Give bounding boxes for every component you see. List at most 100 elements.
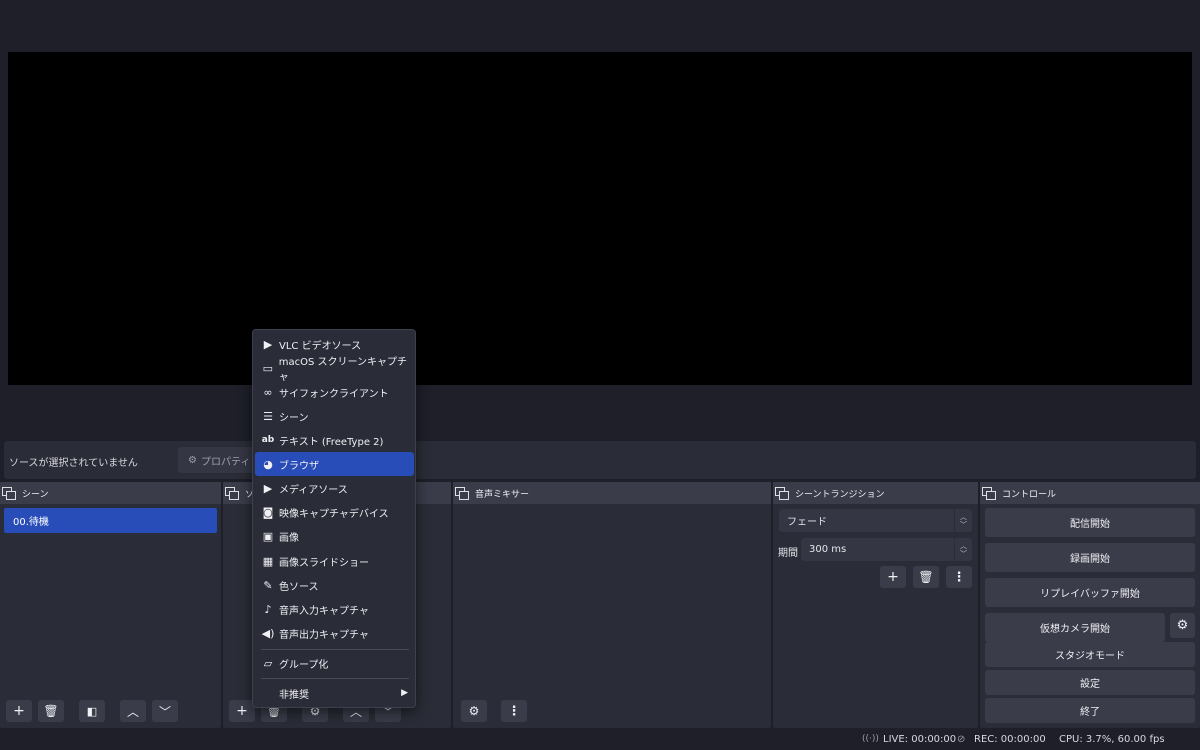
transition-properties-button[interactable]: ⋮ — [946, 566, 972, 588]
menu-item-browser[interactable]: ◕ ブラウザ — [255, 452, 414, 476]
menu-item-color-source[interactable]: ✎ 色ソース — [255, 573, 414, 597]
menu-item-label: シーン — [279, 412, 309, 424]
filter-icon: ◧ — [86, 704, 98, 718]
menu-item-macos-screen-capture[interactable]: ▭ macOS スクリーンキャプチャ — [255, 356, 414, 383]
menu-item-scene[interactable]: ☰ シーン — [255, 404, 414, 428]
scene-transitions-dock: シーントランジション フェード ︿ ﹀ 期間 300 ms ︿ ﹀ + 🗑 ⋮ — [773, 482, 978, 728]
vertical-dots-icon: ⋮ — [507, 703, 521, 719]
menu-item-label: VLC ビデオソース — [279, 340, 362, 352]
menu-item-video-capture-device[interactable]: ◙ 映像キャプチャデバイス — [255, 500, 414, 524]
menu-separator — [261, 649, 409, 650]
scenes-dock-header[interactable]: シーン — [0, 482, 221, 504]
add-source-menu: ▶ VLC ビデオソース ▭ macOS スクリーンキャプチャ ∞ サイフォンク… — [252, 329, 416, 708]
gear-icon: ⚙ — [188, 454, 197, 466]
gear-icon: ⚙ — [1176, 618, 1189, 633]
menu-item-label: macOS スクリーンキャプチャ — [278, 357, 407, 383]
vertical-dots-icon: ⋮ — [952, 569, 966, 585]
audio-mixer-menu-button[interactable]: ⋮ — [501, 700, 527, 722]
menu-item-image[interactable]: ▣ 画像 — [255, 524, 414, 548]
properties-button[interactable]: ⚙ プロパティ — [178, 447, 258, 473]
gamepad-icon: ∞ — [263, 385, 273, 399]
menu-item-deprecated[interactable]: 非推奨 ▶ — [255, 681, 414, 705]
top-toolbar-area — [0, 0, 1200, 52]
no-source-selected-label: ソースが選択されていません — [9, 458, 138, 469]
chevron-up-icon: ︿ — [126, 704, 139, 719]
transition-select[interactable]: フェード ︿ ﹀ — [779, 509, 972, 532]
undock-icon[interactable] — [2, 487, 16, 500]
cpu-fps-readout: CPU: 3.7%, 60.00 fps — [1059, 734, 1165, 745]
audio-mixer-dock-header[interactable]: 音声ミキサー — [453, 482, 771, 504]
scene-filters-button[interactable]: ◧ — [79, 700, 105, 722]
undock-icon[interactable] — [775, 487, 789, 500]
menu-item-text-freetype2[interactable]: ab テキスト (FreeType 2) — [255, 428, 414, 452]
menu-item-label: メディアソース — [279, 484, 348, 496]
start-streaming-button[interactable]: 配信開始 — [985, 508, 1195, 537]
start-recording-button[interactable]: 録画開始 — [985, 543, 1195, 572]
remove-transition-button[interactable]: 🗑 — [913, 566, 939, 588]
menu-item-audio-input-capture[interactable]: ♪ 音声入力キャプチャ — [255, 597, 414, 621]
duration-value: 300 ms — [809, 544, 847, 555]
slideshow-icon: ▦ — [262, 554, 274, 568]
audio-mixer-dock: 音声ミキサー ⚙ ⋮ — [453, 482, 771, 728]
rec-indicator-icon: ⊘ — [957, 734, 966, 745]
trash-icon: 🗑 — [918, 570, 934, 584]
live-signal-icon: ((·)) — [862, 734, 879, 744]
blank-icon — [261, 686, 275, 700]
text-icon: ab — [261, 435, 275, 445]
plus-icon: + — [13, 703, 25, 719]
menu-item-label: 音声入力キャプチャ — [279, 605, 369, 617]
start-replay-buffer-button[interactable]: リプレイバッファ開始 — [985, 578, 1195, 607]
advanced-audio-properties-button[interactable]: ⚙ — [461, 700, 487, 722]
duration-spinbox[interactable]: 300 ms ︿ ﹀ — [801, 538, 972, 561]
menu-item-label: 映像キャプチャデバイス — [279, 508, 389, 520]
scene-transitions-dock-title: シーントランジション — [795, 489, 885, 500]
add-transition-button[interactable]: + — [880, 566, 906, 588]
play-icon: ▶ — [263, 337, 273, 351]
preview-canvas[interactable] — [8, 52, 1192, 385]
controls-dock-header[interactable]: コントロール — [980, 482, 1200, 504]
menu-item-group[interactable]: ▱ グループ化 — [255, 651, 414, 675]
source-context-bar: ソースが選択されていません ⚙ プロパティ — [4, 441, 1196, 479]
speaker-icon: ◀) — [261, 626, 275, 640]
monitor-icon: ▭ — [262, 361, 274, 375]
brush-icon: ✎ — [263, 578, 273, 592]
menu-item-label: サイフォンクライアント — [279, 388, 389, 400]
menu-item-syphon-client[interactable]: ∞ サイフォンクライアント — [255, 380, 414, 404]
microphone-icon: ♪ — [264, 602, 272, 616]
scene-transitions-dock-header[interactable]: シーントランジション — [773, 482, 978, 504]
studio-mode-button[interactable]: スタジオモード — [985, 642, 1195, 667]
menu-item-label: グループ化 — [279, 659, 329, 671]
undock-icon[interactable] — [982, 487, 996, 500]
scenes-dock-title: シーン — [22, 489, 49, 500]
properties-button-label: プロパティ — [200, 456, 251, 468]
menu-item-label: 画像スライドショー — [279, 557, 369, 569]
settings-button[interactable]: 設定 — [985, 670, 1195, 695]
virtual-camera-settings-button[interactable]: ⚙ — [1170, 613, 1195, 638]
start-virtual-camera-button[interactable]: 仮想カメラ開始 — [985, 613, 1165, 642]
exit-button[interactable]: 終了 — [985, 698, 1195, 723]
trash-icon: 🗑 — [43, 704, 59, 718]
menu-item-audio-output-capture[interactable]: ◀) 音声出力キャプチャ — [255, 621, 414, 645]
add-scene-button[interactable]: + — [6, 700, 32, 722]
scenes-dock: シーン 00.待機 + 🗑 ◧ ︿ ﹀ — [0, 482, 221, 728]
menu-item-media-source[interactable]: ▶ メディアソース — [255, 476, 414, 500]
preview-area — [0, 52, 1200, 440]
select-arrows-icon: ︿ ﹀ — [954, 509, 972, 532]
menu-item-label: ブラウザ — [279, 460, 319, 472]
spinner-arrows-icon[interactable]: ︿ ﹀ — [954, 538, 972, 561]
undock-icon[interactable] — [225, 487, 239, 500]
image-icon: ▣ — [262, 529, 274, 543]
audio-mixer-dock-title: 音声ミキサー — [475, 489, 530, 500]
plus-icon: + — [236, 703, 248, 719]
folder-icon: ▱ — [263, 656, 273, 670]
move-scene-up-button[interactable]: ︿ — [120, 700, 146, 722]
menu-item-label: 色ソース — [279, 581, 319, 593]
move-scene-down-button[interactable]: ﹀ — [152, 700, 178, 722]
remove-scene-button[interactable]: 🗑 — [38, 700, 64, 722]
undock-icon[interactable] — [455, 487, 469, 500]
camera-icon: ◙ — [262, 505, 274, 519]
menu-item-image-slideshow[interactable]: ▦ 画像スライドショー — [255, 549, 414, 573]
scene-list-item[interactable]: 00.待機 — [4, 508, 217, 533]
menu-item-label: テキスト (FreeType 2) — [279, 436, 384, 448]
rec-timer: REC: 00:00:00 — [974, 734, 1046, 745]
